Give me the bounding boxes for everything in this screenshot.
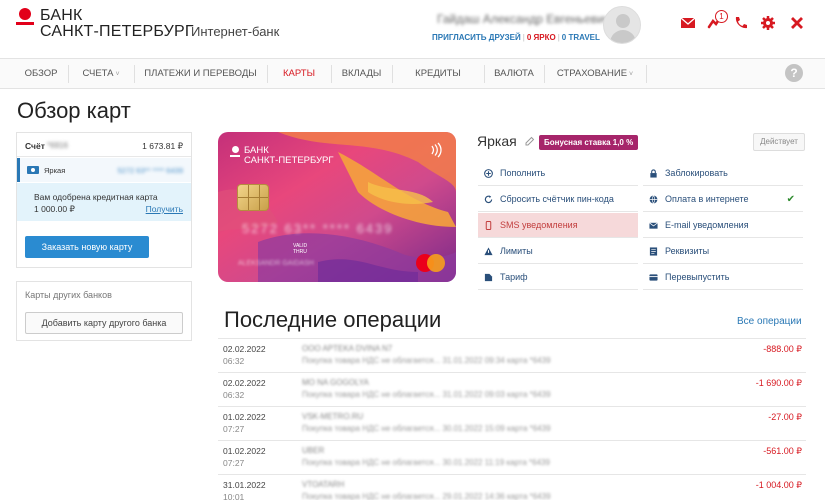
- card-bank-logo: БАНК САНКТ-ПЕТЕРБУРГ: [230, 146, 334, 166]
- list-icon: [649, 247, 658, 256]
- operations-title: Последние операции: [224, 307, 442, 332]
- card-image: БАНК САНКТ-ПЕТЕРБУРГ 5272 63** **** 6439 …: [218, 132, 456, 282]
- operation-row[interactable]: 02.02.2022 06:32 MO NA GOGOLYA Покупка т…: [218, 372, 806, 406]
- main-nav: ОБЗОР СЧЕТА ˅ ПЛАТЕЖИ И ПЕРЕВОДЫ КАРТЫ В…: [0, 58, 825, 89]
- account-row[interactable]: Счёт *6916 1 673.81 ₽: [17, 133, 191, 157]
- card-name: Яркая: [477, 133, 517, 149]
- operation-row[interactable]: 01.02.2022 07:27 UBER Покупка товара НДС…: [218, 440, 806, 474]
- action-internet-payment[interactable]: Оплата в интернете ✔: [643, 187, 803, 212]
- approved-credit-banner: Вам одобрена кредитная карта 1 000.00 ₽ …: [17, 183, 191, 221]
- plus-circle-icon: [484, 169, 493, 178]
- page-title: Обзор карт: [17, 98, 131, 123]
- nav-credits[interactable]: КРЕДИТЫ: [392, 59, 484, 88]
- action-top-up[interactable]: Пополнить: [478, 161, 638, 186]
- header: БАНК САНКТ-ПЕТЕРБУРГ Интернет-банк Гайда…: [0, 0, 825, 56]
- chip-icon: [237, 184, 269, 211]
- account-balance: 1 673.81 ₽: [142, 141, 183, 151]
- tariff-icon: [484, 273, 493, 282]
- edit-icon[interactable]: [525, 136, 535, 146]
- avatar[interactable]: [603, 6, 641, 44]
- logo-line2: САНКТ-ПЕТЕРБУРГ: [40, 23, 194, 40]
- action-tariff[interactable]: Тариф: [478, 265, 638, 290]
- notification-badge: 1: [715, 10, 728, 23]
- mastercard-logo-icon: [416, 254, 446, 272]
- mail-icon[interactable]: [680, 15, 696, 31]
- account-number: *6916: [47, 141, 68, 150]
- nav-cards[interactable]: КАРТЫ: [267, 59, 331, 88]
- action-limits[interactable]: Лимиты: [478, 239, 638, 264]
- contactless-icon: [431, 142, 442, 158]
- card-number: 5272 63** **** 6439: [242, 221, 394, 236]
- card-row-name: Яркая: [44, 166, 66, 175]
- warning-icon: [484, 247, 493, 256]
- gear-icon[interactable]: [760, 15, 776, 31]
- lock-icon: [650, 169, 657, 178]
- user-name[interactable]: Гайдаш Александр Евгеньевич: [437, 12, 610, 26]
- envelope-icon: [649, 222, 658, 229]
- phone-icon[interactable]: [733, 15, 749, 31]
- product-name: Интернет-банк: [191, 24, 280, 39]
- check-icon: ✔: [786, 194, 795, 205]
- other-banks-panel: Карты других банков Добавить карту друго…: [16, 281, 192, 341]
- nav-insurance[interactable]: СТРАХОВАНИЕ ˅: [544, 59, 646, 88]
- accounts-panel: Счёт *6916 1 673.81 ₽ Яркая 5272 63** **…: [16, 132, 192, 268]
- logo-line1: БАНК: [40, 7, 83, 24]
- order-new-card-button[interactable]: Заказать новую карту: [25, 236, 149, 258]
- user-links: ПРИГЛАСИТЬ ДРУЗЕЙ | 0 ЯРКО | 0 TRAVEL: [432, 33, 600, 42]
- all-operations-link[interactable]: Все операции: [737, 316, 802, 327]
- action-email-notifications[interactable]: E-mail уведомления: [643, 213, 803, 238]
- close-icon[interactable]: [789, 15, 805, 31]
- valid-thru-label: VALID THRU: [293, 243, 308, 255]
- card-holder: ALEKSANDR GAIDASH: [238, 260, 314, 267]
- globe-icon: [649, 195, 658, 204]
- bonus-rate-badge: Бонусная ставка 1,0 %: [539, 135, 639, 150]
- action-reset-pin[interactable]: Сбросить счётчик пин-кода: [478, 187, 638, 212]
- refresh-icon: [484, 195, 493, 204]
- card-row-selected[interactable]: Яркая 5272 63** **** 6439: [17, 158, 191, 182]
- approved-amount: 1 000.00 ₽: [34, 204, 75, 214]
- help-button[interactable]: ?: [785, 64, 803, 82]
- get-card-link[interactable]: Получить: [146, 204, 183, 214]
- yarko-points-link[interactable]: 0 ЯРКО: [527, 33, 556, 42]
- operation-row[interactable]: 02.02.2022 06:32 OOO APTEKA DVINA N7 Пок…: [218, 338, 806, 372]
- nav-currency[interactable]: ВАЛЮТА: [484, 59, 544, 88]
- logo-icon: [16, 8, 34, 26]
- phone-sms-icon: [485, 221, 492, 230]
- card-icon: [27, 166, 39, 174]
- card-reissue-icon: [649, 274, 658, 281]
- travel-points-link[interactable]: 0 TRAVEL: [562, 33, 600, 42]
- account-label: Счёт: [25, 141, 45, 151]
- operation-row[interactable]: 31.01.2022 10:01 VTOATARH Покупка товара…: [218, 474, 806, 500]
- action-sms-notifications[interactable]: SMS уведомления: [478, 213, 638, 238]
- operation-row[interactable]: 01.02.2022 07:27 VSK-METRO.RU Покупка то…: [218, 406, 806, 440]
- action-block-card[interactable]: Заблокировать: [643, 161, 803, 186]
- other-banks-title: Карты других банков: [25, 290, 112, 300]
- approved-text: Вам одобрена кредитная карта: [34, 192, 158, 202]
- invite-friends-link[interactable]: ПРИГЛАСИТЬ ДРУЗЕЙ: [432, 33, 521, 42]
- card-status-badge: Действует: [753, 133, 805, 151]
- card-row-number: 5272 63** **** 6439: [117, 166, 183, 175]
- action-reissue[interactable]: Перевыпустить: [643, 265, 803, 290]
- add-other-card-button[interactable]: Добавить карту другого банка: [25, 312, 183, 334]
- nav-accounts[interactable]: СЧЕТА ˅: [68, 59, 134, 88]
- action-requisites[interactable]: Реквизиты: [643, 239, 803, 264]
- nav-payments[interactable]: ПЛАТЕЖИ И ПЕРЕВОДЫ: [134, 59, 267, 88]
- bank-logo[interactable]: БАНК САНКТ-ПЕТЕРБУРГ: [16, 8, 194, 40]
- nav-deposits[interactable]: ВКЛАДЫ: [331, 59, 392, 88]
- nav-overview[interactable]: ОБЗОР: [14, 59, 68, 88]
